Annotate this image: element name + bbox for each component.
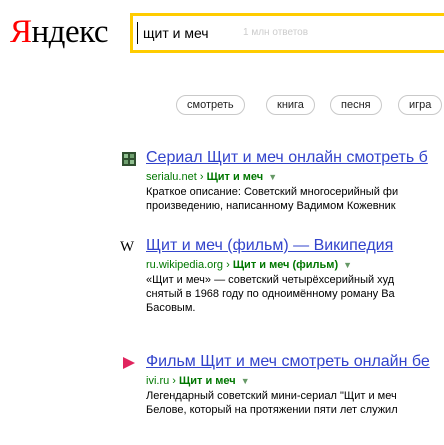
snippet-line: Краткое описание: Советский многосерийны…: [146, 186, 399, 198]
text-cursor: [137, 22, 138, 44]
result-url[interactable]: ivi.ru › Щит и меч ▼: [146, 374, 250, 388]
result-title-link[interactable]: Фильм Щит и меч смотреть онлайн бе: [146, 352, 430, 372]
result-url-domain[interactable]: serialu.net: [146, 171, 197, 183]
snippet-line: снятый в 1968 году по одноимённому роман…: [146, 288, 395, 300]
results-count-hint: 1 млн ответов: [243, 27, 309, 38]
suggestion-chips: смотреть книга песня игра: [0, 95, 444, 119]
logo-rest: ндекс: [31, 14, 109, 50]
snippet-line: Легендарный советский мини-сериал "Щит и…: [146, 390, 397, 402]
result-title-link[interactable]: Сериал Щит и меч онлайн смотреть б: [146, 148, 428, 168]
result-url[interactable]: serialu.net › Щит и меч ▼: [146, 170, 277, 184]
result-url[interactable]: ru.wikipedia.org › Щит и меч (фильм) ▼: [146, 258, 352, 272]
breadcrumb-separator: ›: [199, 171, 204, 183]
chevron-down-icon[interactable]: ▼: [343, 260, 352, 270]
result-url-domain[interactable]: ivi.ru: [146, 375, 169, 387]
snippet-line: Басовым.: [146, 302, 196, 314]
result-url-path[interactable]: Щит и меч (фильм): [233, 259, 338, 271]
chip-watch[interactable]: смотреть: [176, 95, 245, 115]
snippet-line: произведению, написанному Вадимом Кожевн…: [146, 200, 396, 212]
logo-first-letter: Я: [10, 14, 32, 50]
snippet-line: «Щит и меч» — советский четырёхсерийный …: [146, 274, 395, 286]
result-url-domain[interactable]: ru.wikipedia.org: [146, 259, 223, 271]
search-box[interactable]: щит и меч 1 млн ответов: [130, 13, 444, 53]
chip-book[interactable]: книга: [266, 95, 315, 115]
yandex-logo[interactable]: Яндекс: [10, 14, 108, 50]
wikipedia-w-icon: W: [120, 239, 135, 253]
chevron-down-icon[interactable]: ▼: [241, 376, 250, 386]
result-title-link[interactable]: Щит и меч (фильм) — Википедия: [146, 236, 393, 256]
result-url-path[interactable]: Щит и меч: [179, 375, 236, 387]
chevron-down-icon[interactable]: ▼: [268, 172, 277, 182]
chip-song[interactable]: песня: [330, 95, 382, 115]
ivi-play-icon: [123, 357, 135, 369]
snippet-line: Белове, который на протяжении пяти лет с…: [146, 404, 398, 416]
result-url-path[interactable]: Щит и меч: [207, 171, 264, 183]
result-snippet: Краткое описание: Советский многосерийны…: [146, 185, 444, 213]
search-input[interactable]: щит и меч: [143, 25, 209, 41]
svg-text:W: W: [120, 239, 135, 253]
breadcrumb-separator: ›: [172, 375, 176, 387]
result-snippet: Легендарный советский мини-сериал "Щит и…: [146, 389, 444, 417]
result-snippet: «Щит и меч» — советский четырёхсерийный …: [146, 273, 444, 315]
chip-game[interactable]: игра: [398, 95, 443, 115]
serialu-favicon: [122, 152, 136, 166]
breadcrumb-separator: ›: [226, 259, 230, 271]
